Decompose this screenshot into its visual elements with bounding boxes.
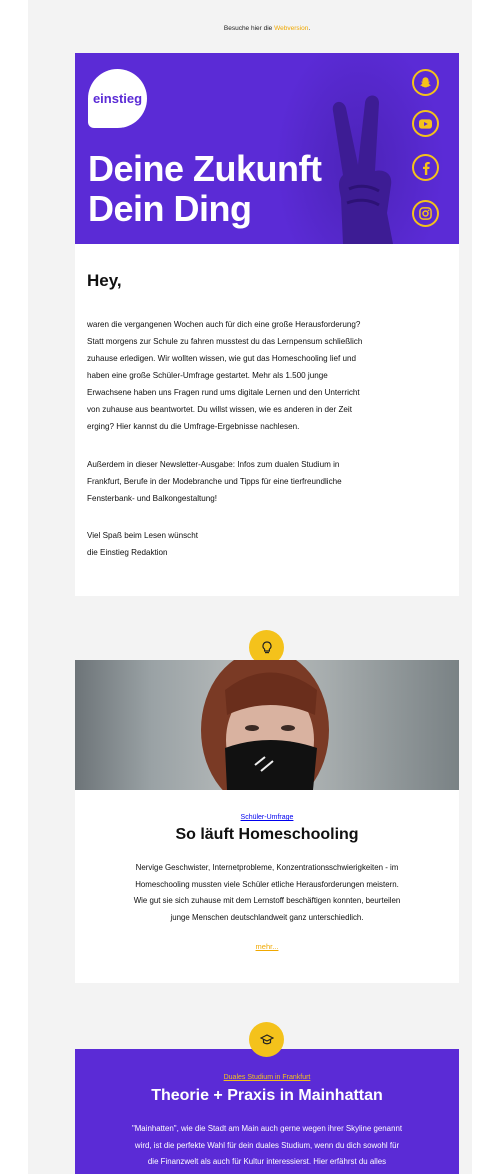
intro-paragraph: waren die vergangenen Wochen auch für di… <box>87 320 363 431</box>
hero-title: Deine Zukunft Dein Ding <box>88 148 322 229</box>
article-title: So läuft Homeschooling <box>175 826 359 843</box>
einstieg-logo[interactable]: einstieg <box>88 69 147 128</box>
intro-section: Hey, waren die vergangenen Wochen auch f… <box>75 244 459 596</box>
article2-title: Theorie + Praxis in Mainhattan <box>151 1087 383 1104</box>
hero-banner: einstieg Deine Zukunft Dein Ding <box>75 53 459 244</box>
article2-kicker-link[interactable]: Duales Studium in Frankfurt <box>75 1074 459 1081</box>
article2-body: "Mainhatten", wie die Stadt am Main auch… <box>131 1124 403 1166</box>
webversion-link[interactable]: Webversion <box>274 25 308 32</box>
read-more-link[interactable]: mehr... <box>75 942 459 951</box>
greeting-heading: Hey, <box>87 271 122 290</box>
article-dual-study: Duales Studium in Frankfurt Theorie + Pr… <box>75 1049 459 1174</box>
article-photo-masked-girl[interactable] <box>75 660 459 790</box>
webversion-note: Besuche hier die Webversion. <box>223 25 311 32</box>
victory-hand-image <box>332 95 393 244</box>
article-body: Nervige Geschwister, Internetprobleme, K… <box>133 863 401 922</box>
article-homeschooling: Schüler-Umfrage So läuft Homeschooling N… <box>75 790 459 983</box>
youtube-icon[interactable] <box>412 110 439 137</box>
snapchat-icon[interactable] <box>412 69 439 96</box>
signoff: Viel Spaß beim Lesen wünscht die Einstie… <box>87 531 198 557</box>
intro-paragraph-2: Außerdem in dieser Newsletter-Ausgabe: I… <box>87 460 342 503</box>
graduation-cap-icon <box>249 1022 284 1057</box>
facebook-icon[interactable] <box>412 154 439 181</box>
instagram-icon[interactable] <box>412 200 439 227</box>
article-kicker-link[interactable]: Schüler-Umfrage <box>75 814 459 821</box>
